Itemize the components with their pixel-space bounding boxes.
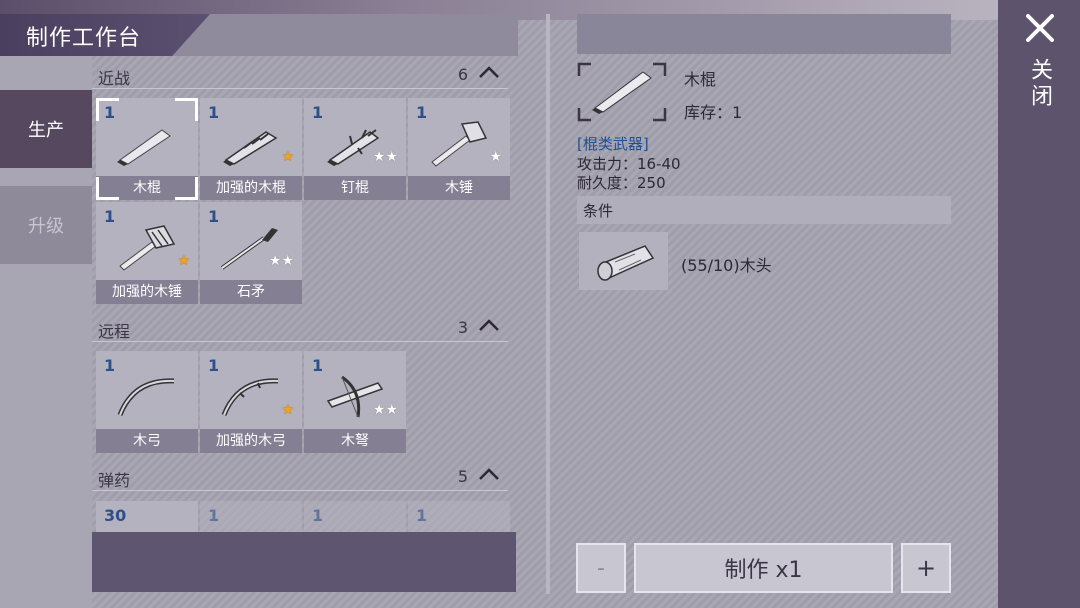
recipe-list[interactable]: 近战 6 1 木棍 1 ★ 加强的木棍 1 ★★ 钉棍 1 ★ 木锤 1 ★ 加… — [92, 56, 516, 592]
conditions-header: 条件 — [577, 196, 951, 224]
recipe-item[interactable]: 1 ★ 加强的木弓 — [200, 351, 302, 453]
item-quantity: 1 — [208, 506, 220, 525]
conditions-label: 条件 — [583, 202, 614, 220]
item-label: 钉棍 — [304, 176, 406, 200]
rarity-stars: ★★ — [268, 253, 294, 269]
section-count: 5 — [457, 467, 468, 486]
chevron-up-icon[interactable] — [478, 62, 500, 82]
page-title: 制作工作台 — [26, 26, 142, 51]
item-label: 木弓 — [96, 429, 198, 453]
chevron-up-icon[interactable] — [478, 315, 500, 335]
recipe-item[interactable]: 1 ★ 加强的木锤 — [96, 202, 198, 304]
craft-button[interactable]: 制作 x1 — [634, 543, 893, 593]
wooden-club-icon — [577, 62, 667, 122]
requirement-text: (55/10)木头 — [681, 256, 772, 275]
detail-stock: 库存：1 — [684, 103, 743, 122]
selection-corner — [96, 98, 119, 121]
list-footer-overlay — [92, 532, 516, 592]
close-icon[interactable] — [1020, 8, 1060, 48]
wooden-bow-icon — [117, 378, 175, 416]
selection-corner — [175, 177, 198, 200]
selection-corner — [96, 177, 119, 200]
rarity-stars: ★ — [489, 149, 502, 165]
recipe-item[interactable]: 1 木棍 — [96, 98, 198, 200]
recipe-item[interactable]: 1 ★★ 石矛 — [200, 202, 302, 304]
section-header-melee[interactable]: 近战 6 — [92, 58, 508, 89]
item-label: 加强的木锤 — [96, 280, 198, 304]
item-label: 木弩 — [304, 429, 406, 453]
panel-divider — [546, 14, 550, 594]
recipe-item[interactable]: 1 ★ 加强的木棍 — [200, 98, 302, 200]
selection-corner — [175, 98, 198, 121]
recipe-item[interactable]: 1 ★ 木锤 — [408, 98, 510, 200]
rarity-stars: ★ — [281, 149, 294, 165]
detail-durability: 耐久度：250 — [577, 174, 666, 192]
rarity-stars: ★★ — [372, 149, 398, 165]
reinforced-club-icon — [223, 131, 278, 166]
tab-upgrade[interactable]: 升级 — [0, 186, 92, 264]
decrease-button[interactable]: - — [576, 543, 626, 593]
section-count: 6 — [457, 65, 468, 84]
item-quantity: 30 — [104, 506, 127, 525]
recipe-item[interactable]: 1 ★★ 木弩 — [304, 351, 406, 453]
wooden-club-icon — [117, 129, 171, 166]
wooden-hammer-icon — [431, 121, 488, 167]
recipe-item[interactable]: 1 ★★ 钉棍 — [304, 98, 406, 200]
title-bar — [170, 14, 518, 56]
tab-produce[interactable]: 生产 — [0, 90, 92, 168]
detail-item-name: 木棍 — [684, 70, 717, 89]
item-label: 木锤 — [408, 176, 510, 200]
rarity-stars: ★★ — [372, 402, 398, 418]
rarity-stars: ★ — [281, 402, 294, 418]
item-quantity: 1 — [416, 506, 428, 525]
chevron-up-icon[interactable] — [478, 464, 500, 484]
material-slot — [579, 232, 668, 290]
item-label: 加强的木弓 — [200, 429, 302, 453]
detail-type: [棍类武器] — [577, 135, 649, 153]
wood-log-icon — [597, 245, 655, 281]
section-name: 弹药 — [98, 471, 131, 490]
detail-header — [577, 14, 951, 54]
item-label: 石矛 — [200, 280, 302, 304]
detail-attack: 攻击力：16-40 — [577, 155, 681, 173]
reinforced-hammer-icon — [119, 225, 176, 271]
rarity-stars: ★ — [177, 253, 190, 269]
section-count: 3 — [457, 318, 468, 337]
section-header-ammo[interactable]: 弹药 5 — [92, 460, 508, 491]
recipe-item[interactable]: 1 木弓 — [96, 351, 198, 453]
section-name: 远程 — [98, 322, 131, 341]
section-header-ranged[interactable]: 远程 3 — [92, 311, 508, 342]
section-name: 近战 — [98, 69, 131, 88]
reinforced-bow-icon — [221, 378, 279, 416]
item-quantity: 1 — [312, 506, 324, 525]
item-label: 加强的木棍 — [200, 176, 302, 200]
close-button[interactable]: 关闭 — [1025, 58, 1055, 110]
increase-button[interactable]: + — [901, 543, 951, 593]
